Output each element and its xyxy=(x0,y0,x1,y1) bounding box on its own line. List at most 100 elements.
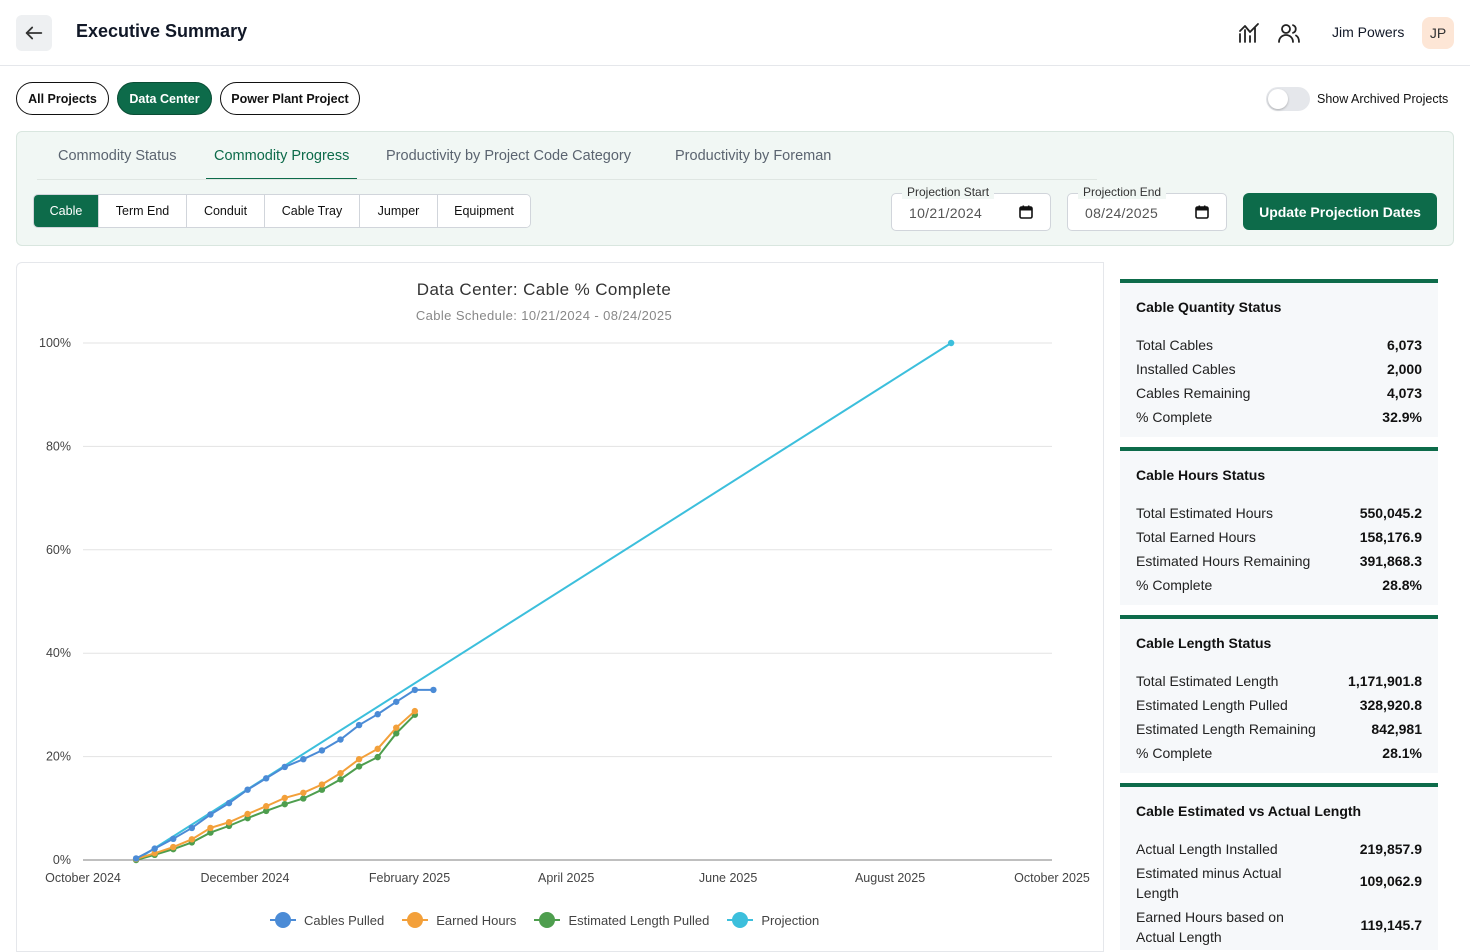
status-card: Cable Estimated vs Actual Length Actual L… xyxy=(1120,783,1438,950)
legend-item[interactable]: Projection xyxy=(727,912,819,928)
data-point xyxy=(430,686,437,694)
data-point xyxy=(337,776,344,783)
arrow-left-icon xyxy=(25,26,43,40)
data-point xyxy=(393,698,400,705)
users-icon[interactable] xyxy=(1277,21,1301,45)
data-point xyxy=(411,686,419,694)
commodity-conduit[interactable]: Conduit xyxy=(187,195,265,227)
status-card-title: Cable Length Status xyxy=(1136,635,1272,651)
data-point xyxy=(300,755,307,763)
status-card: Cable Quantity Status Total Cables 6,073 In… xyxy=(1120,279,1438,437)
chart-title: Data Center: Cable % Complete xyxy=(416,280,672,299)
y-tick-label: 100% xyxy=(39,336,71,350)
data-point xyxy=(262,803,270,810)
data-point xyxy=(337,769,344,777)
panel-divider xyxy=(1103,262,1104,952)
legend-swatch xyxy=(402,912,429,928)
commodity-jumper[interactable]: Jumper xyxy=(360,195,438,227)
projection-start-value[interactable]: 10/21/2024 xyxy=(909,205,982,221)
status-row-label: % Complete xyxy=(1136,577,1213,593)
calendar-icon[interactable] xyxy=(1019,205,1033,219)
commodity-cable[interactable]: Cable xyxy=(34,195,99,227)
data-point xyxy=(244,810,251,818)
avatar[interactable]: JP xyxy=(1422,17,1454,49)
tab-productivity-project-code[interactable]: Productivity by Project Code Category xyxy=(386,148,631,180)
legend-item[interactable]: Earned Hours xyxy=(402,912,516,928)
projection-end-label: Projection End xyxy=(1078,185,1167,199)
data-point xyxy=(207,824,214,832)
status-row-value: 28.8% xyxy=(1382,577,1422,593)
y-tick-label: 20% xyxy=(46,750,71,764)
status-row-label: % Complete xyxy=(1136,409,1213,425)
data-point xyxy=(337,736,344,743)
x-tick-label: December 2024 xyxy=(200,871,289,885)
data-point xyxy=(132,855,140,862)
legend-item[interactable]: Estimated Length Pulled xyxy=(534,912,709,928)
data-point xyxy=(207,811,214,818)
projection-start-field[interactable]: Projection Start 10/21/2024 xyxy=(891,185,1051,231)
legend-item[interactable]: Cables Pulled xyxy=(270,912,384,928)
status-row-value: 219,857.9 xyxy=(1359,841,1422,857)
legend-label: Projection xyxy=(761,912,820,928)
tab-divider xyxy=(37,179,1097,180)
status-row-value: 391,868.3 xyxy=(1359,553,1422,569)
series-line-estimated-length-pulled xyxy=(135,714,416,861)
app-header: Executive Summary Jim Powers JP xyxy=(0,0,1470,66)
show-archived-label: Show Archived Projects xyxy=(1317,92,1449,106)
tab-commodity-progress[interactable]: Commodity Progress xyxy=(206,148,358,180)
status-row-value: 32.9% xyxy=(1382,409,1422,425)
legend-swatch xyxy=(534,912,561,928)
data-point xyxy=(300,789,307,796)
chart-subtitle: Cable Schedule: 10/21/2024 - 08/24/2025 xyxy=(415,308,673,323)
status-row-label: % Complete xyxy=(1136,745,1213,761)
data-point xyxy=(411,707,419,715)
status-card-title: Cable Estimated vs Actual Length xyxy=(1136,803,1362,819)
status-row-label: Total Estimated Hours xyxy=(1136,505,1273,521)
status-card-title: Cable Hours Status xyxy=(1136,467,1266,483)
tab-commodity-status[interactable]: Commodity Status xyxy=(58,148,176,180)
chart-legend: Cables Pulled Earned Hours Estimated Lengt… xyxy=(270,910,837,930)
back-button[interactable] xyxy=(16,15,52,51)
data-point xyxy=(374,753,381,761)
chart-analytics-icon[interactable] xyxy=(1237,21,1261,45)
commodity-cable-tray[interactable]: Cable Tray xyxy=(265,195,360,227)
commodity-panel: Commodity Status Commodity Progress Prod… xyxy=(16,131,1454,246)
status-row-label: Total Earned Hours xyxy=(1136,529,1256,545)
commodity-equipment[interactable]: Equipment xyxy=(438,195,530,227)
data-point xyxy=(281,794,288,802)
data-point xyxy=(244,786,251,793)
data-point xyxy=(188,824,196,832)
status-row-label: Estimated minus Actual Length xyxy=(1136,865,1282,901)
status-row-value: 158,176.9 xyxy=(1359,529,1422,545)
status-row-value: 2,000 xyxy=(1386,361,1422,377)
legend-label: Estimated Length Pulled xyxy=(568,912,710,928)
x-tick-label: October 2024 xyxy=(45,871,121,885)
projection-start-label: Projection Start xyxy=(902,185,995,199)
data-point xyxy=(281,800,288,808)
show-archived-toggle[interactable] xyxy=(1266,87,1310,111)
status-row-label: Actual Length Installed xyxy=(1136,841,1278,857)
user-name[interactable]: Jim Powers xyxy=(1332,24,1404,40)
x-tick-label: August 2025 xyxy=(855,871,925,885)
x-tick-label: April 2025 xyxy=(538,871,594,885)
commodity-term-end[interactable]: Term End xyxy=(99,195,187,227)
status-row-label: Total Estimated Length xyxy=(1136,673,1279,689)
status-row-value: 328,920.8 xyxy=(1359,697,1422,713)
update-projection-dates-button[interactable]: Update Projection Dates xyxy=(1243,193,1437,230)
calendar-icon[interactable] xyxy=(1195,205,1209,219)
project-pill-power-plant[interactable]: Power Plant Project xyxy=(220,82,360,115)
project-pill-all-projects[interactable]: All Projects xyxy=(16,82,109,115)
status-row-value: 1,171,901.8 xyxy=(1348,673,1422,689)
data-point xyxy=(225,799,233,807)
tab-productivity-foreman[interactable]: Productivity by Foreman xyxy=(675,148,831,180)
project-pill-data-center[interactable]: Data Center xyxy=(117,82,212,115)
projection-end-field[interactable]: Projection End 08/24/2025 xyxy=(1067,185,1227,231)
status-row-value: 6,073 xyxy=(1386,337,1422,353)
data-point xyxy=(318,747,326,754)
y-tick-label: 0% xyxy=(53,853,71,867)
projection-end-value[interactable]: 08/24/2025 xyxy=(1085,205,1158,221)
data-point xyxy=(262,775,270,782)
x-tick-label: June 2025 xyxy=(699,871,757,885)
series-line-cables-pulled xyxy=(135,688,434,860)
x-tick-label: February 2025 xyxy=(369,871,450,885)
